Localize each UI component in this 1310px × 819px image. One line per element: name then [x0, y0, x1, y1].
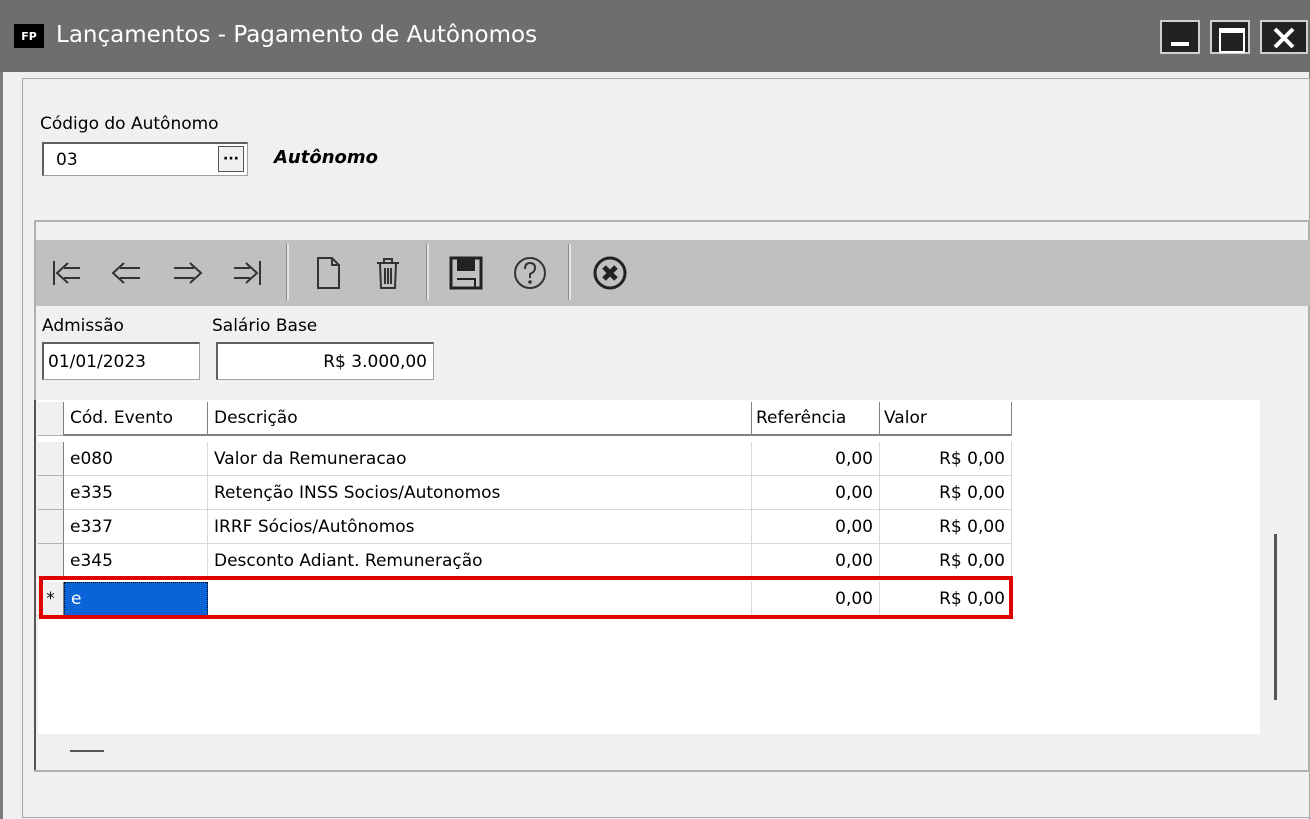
first-record-button[interactable] [40, 248, 92, 298]
table-row[interactable]: e337 IRRF Sócios/Autônomos 0,00 R$ 0,00 [38, 510, 1012, 544]
new-record-icon [317, 257, 340, 289]
cell-valor[interactable]: R$ 0,00 [880, 442, 1012, 476]
cell-codigo[interactable]: e080 [64, 442, 208, 476]
table-row[interactable]: e345 Desconto Adiant. Remuneração 0,00 R… [38, 544, 1012, 578]
toolbar-separator [286, 244, 289, 300]
delete-button[interactable] [362, 248, 414, 298]
table-row[interactable]: e335 Retenção INSS Socios/Autonomos 0,00… [38, 476, 1012, 510]
cell-valor[interactable]: R$ 0,00 [880, 476, 1012, 510]
column-header-codigo[interactable]: Cód. Evento [64, 402, 208, 436]
cell-referencia[interactable]: 0,00 [752, 510, 880, 544]
grid-scrollbar[interactable] [1274, 534, 1277, 700]
table-row[interactable]: e080 Valor da Remuneracao 0,00 R$ 0,00 [38, 442, 1012, 476]
column-header-valor[interactable]: Valor [880, 402, 1012, 436]
row-indicator-header [38, 402, 64, 436]
last-record-icon [234, 261, 261, 285]
cell-descricao[interactable]: Valor da Remuneracao [208, 442, 752, 476]
new-row-highlight [39, 576, 1013, 619]
row-indicator[interactable] [38, 544, 64, 578]
cell-referencia[interactable]: 0,00 [752, 476, 880, 510]
delete-icon [377, 258, 399, 289]
new-record-button[interactable] [302, 248, 354, 298]
toolbar-separator [568, 244, 571, 300]
save-button[interactable] [440, 248, 492, 298]
window-title: Lançamentos - Pagamento de Autônomos [56, 22, 538, 48]
cell-descricao[interactable]: Desconto Adiant. Remuneração [208, 544, 752, 578]
autonomo-lookup-button[interactable]: ··· [218, 146, 244, 172]
close-icon [1273, 27, 1295, 49]
admissao-input[interactable]: 01/01/2023 [42, 342, 200, 380]
row-indicator[interactable] [38, 510, 64, 544]
cell-valor[interactable]: R$ 0,00 [880, 544, 1012, 578]
toolbar-separator [426, 244, 429, 300]
first-record-icon [53, 261, 80, 285]
autonomo-code-label: Código do Autônomo [40, 114, 219, 134]
cancel-icon [593, 256, 627, 290]
cell-codigo[interactable]: e335 [64, 476, 208, 510]
cell-descricao[interactable]: IRRF Sócios/Autônomos [208, 510, 752, 544]
cell-referencia[interactable]: 0,00 [752, 442, 880, 476]
cell-descricao[interactable]: Retenção INSS Socios/Autonomos [208, 476, 752, 510]
help-button[interactable] [504, 248, 556, 298]
autonomo-name: Autônomo [274, 147, 379, 168]
row-indicator[interactable] [38, 476, 64, 510]
close-button[interactable] [1260, 20, 1308, 54]
column-header-referencia[interactable]: Referência [752, 402, 880, 436]
admissao-label: Admissão [42, 316, 124, 336]
minimize-button[interactable] [1160, 20, 1200, 54]
cell-codigo[interactable]: e337 [64, 510, 208, 544]
cell-valor[interactable]: R$ 0,00 [880, 510, 1012, 544]
salario-base-input[interactable]: R$ 3.000,00 [216, 342, 434, 380]
last-record-button[interactable] [222, 248, 274, 298]
cancel-button[interactable] [584, 248, 636, 298]
previous-record-button[interactable] [100, 248, 152, 298]
cell-codigo[interactable]: e345 [64, 544, 208, 578]
help-icon [514, 257, 546, 289]
cell-referencia[interactable]: 0,00 [752, 544, 880, 578]
maximize-button[interactable] [1210, 20, 1250, 54]
next-record-icon [174, 262, 203, 284]
app-icon: FP [14, 24, 44, 48]
grid-header-row: Cód. Evento Descrição Referência Valor [38, 402, 1012, 436]
previous-record-icon [111, 262, 140, 284]
save-icon [449, 256, 483, 290]
salario-base-label: Salário Base [212, 316, 318, 336]
row-indicator[interactable] [38, 442, 64, 476]
maximize-icon [1219, 28, 1245, 53]
column-header-descricao[interactable]: Descrição [208, 402, 752, 436]
minimize-icon [1171, 42, 1189, 46]
next-record-button[interactable] [162, 248, 214, 298]
grid-footer-dash [70, 750, 104, 752]
